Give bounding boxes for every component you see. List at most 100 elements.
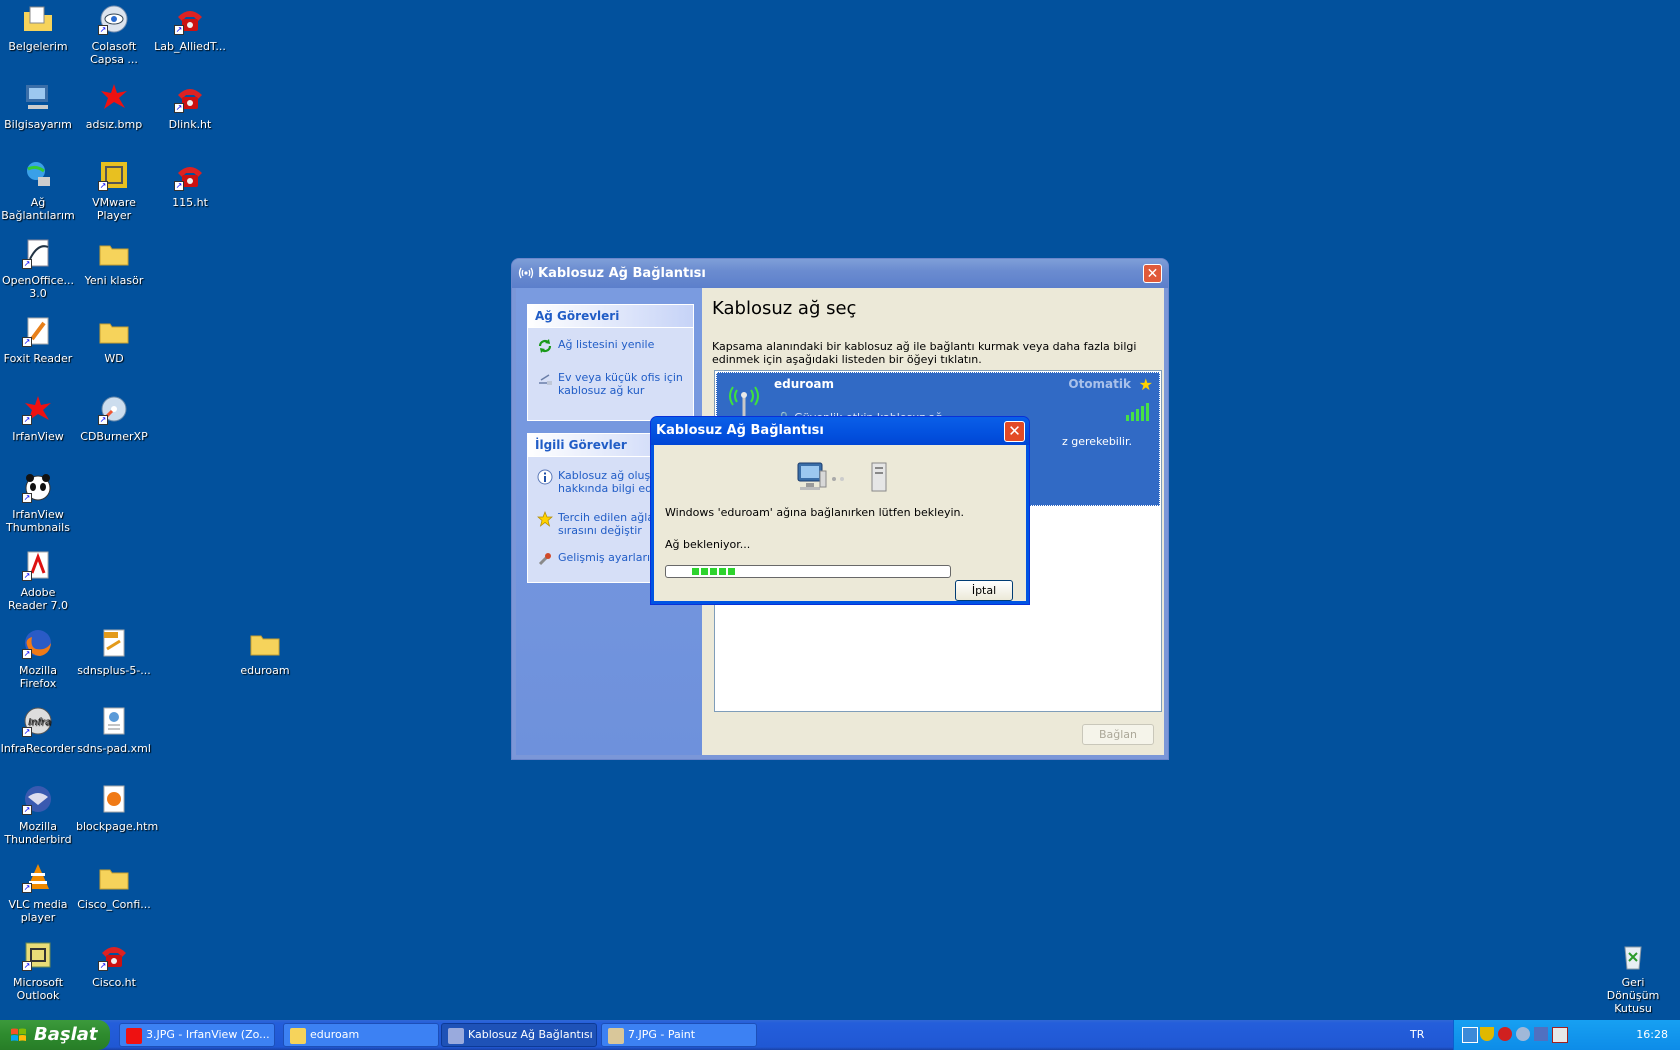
desktop-icon-label: Yeni klasör: [84, 274, 144, 287]
connect-button[interactable]: Bağlan: [1082, 724, 1154, 745]
taskbar-button[interactable]: eduroam: [283, 1023, 439, 1047]
foxit-icon: ↗: [22, 315, 54, 347]
desktop-icon-label: Bilgisayarım: [4, 118, 72, 131]
desktop-icon[interactable]: ↗ CDBurnerXP: [76, 390, 152, 443]
progress-block: [728, 568, 735, 575]
security-shield-icon[interactable]: [1480, 1027, 1494, 1041]
shortcut-arrow-icon: ↗: [22, 337, 32, 347]
outlook-icon: ↗: [22, 939, 54, 971]
network-tasks-title[interactable]: Ağ Görevleri: [528, 305, 693, 328]
desktop-icon[interactable]: Bilgisayarım: [0, 78, 76, 131]
network-tasks-box: Ağ Görevleri Ağ listesini yenile Ev veya…: [527, 304, 694, 421]
shortcut-arrow-icon: ↗: [22, 415, 32, 425]
desktop-icon-label: adsız.bmp: [85, 118, 143, 131]
shortcut-arrow-icon: ↗: [98, 181, 108, 191]
dialog-titlebar[interactable]: Kablosuz Ağ Bağlantısı ✕: [651, 417, 1029, 445]
xml-icon: [98, 705, 130, 737]
desktop-icon-label: Mozilla Firefox: [19, 664, 57, 690]
desktop-icon[interactable]: Ağ Bağlantılarım: [0, 156, 76, 222]
desktop-icon[interactable]: Yeni klasör: [76, 234, 152, 287]
folder-icon: [249, 627, 281, 659]
desktop-icon-label: IrfanView: [12, 430, 64, 443]
connecting-animation-icon: [797, 462, 887, 492]
desktop-icon-label: Foxit Reader: [3, 352, 73, 365]
taskbar-button[interactable]: 7.JPG - Paint: [601, 1023, 757, 1047]
vlc-icon: ↗: [22, 861, 54, 893]
folder-icon: [98, 315, 130, 347]
desktop-icon[interactable]: ↗ Cisco.ht: [76, 936, 152, 989]
start-button[interactable]: Başlat: [0, 1020, 110, 1050]
refresh-icon: [538, 339, 552, 353]
desktop-icon-label: WD: [104, 352, 124, 365]
desktop-icon[interactable]: blockpage.htm: [76, 780, 158, 833]
taskbar-button[interactable]: Kablosuz Ağ Bağlantısı: [441, 1023, 597, 1047]
desktop-icon[interactable]: ↗ Adobe Reader 7.0: [0, 546, 76, 612]
shortcut-arrow-icon: ↗: [22, 883, 32, 893]
cancel-button[interactable]: İptal: [955, 580, 1013, 601]
dialog-close-button[interactable]: ✕: [1004, 421, 1025, 442]
network-mode: Otomatik: [1068, 377, 1131, 391]
taskbar-button[interactable]: 3.JPG - IrfanView (Zo...: [119, 1023, 275, 1047]
desktop-icon[interactable]: ↗ Microsoft Outlook: [0, 936, 76, 1002]
desktop-icon[interactable]: ↗ Lab_AlliedT...: [152, 0, 228, 53]
dialog-message: Windows 'eduroam' ağına bağlanırken lütf…: [665, 506, 965, 519]
update-shield-icon[interactable]: [1552, 1027, 1568, 1043]
network-tray-icon[interactable]: [1462, 1027, 1478, 1043]
taskbar-button-label: Kablosuz Ağ Bağlantısı: [468, 1028, 593, 1041]
start-label: Başlat: [34, 1024, 98, 1045]
progress-block: [719, 568, 726, 575]
antivirus-icon[interactable]: [1498, 1027, 1512, 1041]
desktop-icon[interactable]: eduroam: [227, 624, 303, 677]
wireless-tray-icon[interactable]: [1516, 1027, 1530, 1041]
desktop-icon[interactable]: ↗ Dlink.ht: [152, 78, 228, 131]
desktop-icon[interactable]: sdnsplus-5-...: [76, 624, 152, 677]
desktop-icon-label: CDBurnerXP: [80, 430, 148, 443]
desktop-icon[interactable]: ↗ VMware Player: [76, 156, 152, 222]
desktop-icon[interactable]: ↗ OpenOffice... 3.0: [0, 234, 76, 300]
desktop-icon[interactable]: ↗ VLC media player: [0, 858, 76, 924]
desktop-icon-label: 115.ht: [172, 196, 208, 209]
desktop-icon-label: Geri Dönüşüm Kutusu: [1606, 976, 1660, 1015]
wireless-icon: [448, 1028, 464, 1044]
desktop-icon[interactable]: Cisco_Confi...: [76, 858, 152, 911]
my-computer-icon: [22, 81, 54, 113]
shortcut-arrow-icon: ↗: [174, 181, 184, 191]
window-close-button[interactable]: ✕: [1143, 264, 1162, 283]
desktop-icon[interactable]: Belgelerim: [0, 0, 76, 53]
desktop-icon[interactable]: ↗ IrfanView: [0, 390, 76, 443]
info-icon: [537, 469, 553, 485]
shortcut-arrow-icon: ↗: [22, 649, 32, 659]
desktop-icon[interactable]: ↗ Foxit Reader: [0, 312, 76, 365]
language-indicator[interactable]: TR: [1410, 1020, 1424, 1050]
desktop-icon-label: Dlink.ht: [168, 118, 212, 131]
volume-icon[interactable]: [1534, 1027, 1548, 1041]
desktop-icon[interactable]: ↗ 115.ht: [152, 156, 228, 209]
refresh-network-list-link[interactable]: Ağ listesini yenile: [528, 332, 693, 357]
shortcut-arrow-icon: ↗: [174, 25, 184, 35]
desktop-icon[interactable]: ↗ IrfanView Thumbnails: [0, 468, 76, 534]
adobe-icon: ↗: [22, 549, 54, 581]
desktop-icon[interactable]: ↗ Colasoft Capsa ...: [76, 0, 152, 66]
wireless-antenna-icon: [729, 386, 759, 417]
network-name: eduroam: [774, 377, 835, 391]
desktop-icon-label: Lab_AlliedT...: [154, 40, 226, 53]
desktop-icon[interactable]: Infra ↗ InfraRecorder: [0, 702, 76, 755]
clock[interactable]: 16:28: [1636, 1020, 1668, 1050]
firefox-icon: ↗: [22, 627, 54, 659]
shortcut-arrow-icon: ↗: [22, 571, 32, 581]
shortcut-arrow-icon: ↗: [22, 805, 32, 815]
desktop-icon[interactable]: Geri Dönüşüm Kutusu: [1595, 936, 1671, 1015]
desktop-icon[interactable]: ↗ Mozilla Firefox: [0, 624, 76, 690]
desktop-icon[interactable]: WD: [76, 312, 152, 365]
shortcut-arrow-icon: ↗: [22, 259, 32, 269]
desktop-icon[interactable]: adsız.bmp: [76, 78, 152, 131]
setup-home-network-link[interactable]: Ev veya küçük ofis için kablosuz ağ kur: [528, 365, 693, 403]
desktop-icon[interactable]: ↗ Mozilla Thunderbird: [0, 780, 76, 846]
desktop-icon[interactable]: sdns-pad.xml: [76, 702, 152, 755]
task-label: Ev veya küçük ofis için kablosuz ağ kur: [558, 371, 683, 397]
desktop-icon-label: OpenOffice... 3.0: [2, 274, 74, 300]
network-setup-icon: [539, 374, 552, 385]
network-icon: [22, 159, 54, 191]
bmp-icon: [98, 81, 130, 113]
window-titlebar[interactable]: Kablosuz Ağ Bağlantısı ✕: [512, 259, 1168, 288]
